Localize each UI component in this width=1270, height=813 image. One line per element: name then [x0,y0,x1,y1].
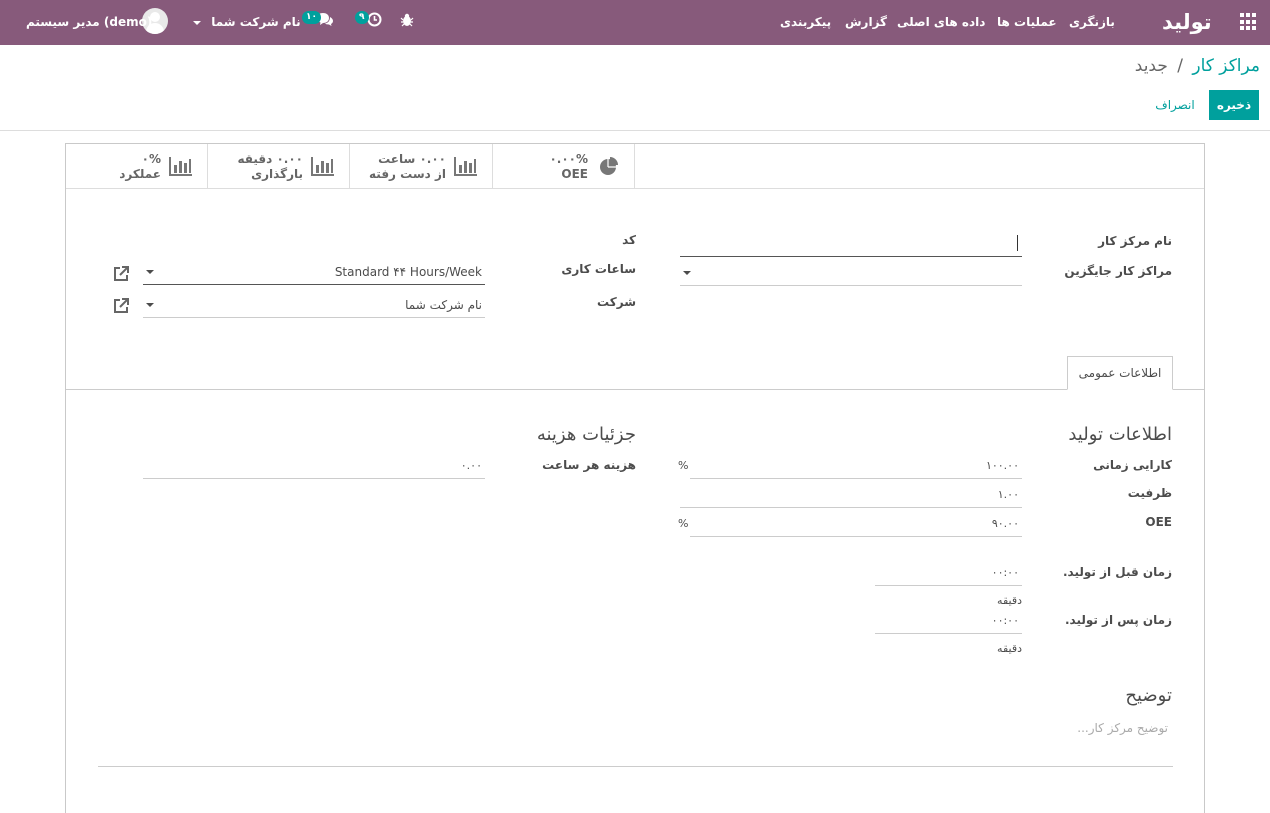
performance-stat-button[interactable]: ۰% عملکرد [66,144,208,188]
company-select[interactable]: نام شرکت شما [143,290,485,318]
company-switcher[interactable]: نام شرکت شما [193,0,301,45]
breadcrumb-current: جدید [1134,56,1168,76]
menu-item-operations[interactable]: عملیات ها [997,0,1057,45]
text-cursor [1017,235,1018,251]
alternative-workcenters-select[interactable] [680,258,1022,286]
menu-item-configuration[interactable]: پیکربندی [780,0,831,45]
performance-stat-value: ۰% [141,152,161,166]
lost-time-stat-button[interactable]: ۰.۰۰ ساعت از دست رفته [351,144,493,188]
debug-bug-icon[interactable] [400,13,414,27]
menu-item-review[interactable]: بازنگری [1069,0,1115,45]
tab-general-information[interactable]: اطلاعات عمومی [1067,356,1173,390]
code-label: کد [622,233,636,247]
app-name[interactable]: تولید [1162,0,1212,45]
chevron-down-icon [683,271,691,275]
description-title: توضیح [1125,685,1172,706]
form-sheet: ۰.۰۰% OEE ۰.۰۰ ساعت از دست رفته ۰.۰۰ دقی… [65,143,1205,813]
workcenter-name-label: نام مرکز کار [1098,234,1172,248]
company-name: نام شرکت شما [211,15,301,29]
save-button[interactable]: ذخیره [1209,90,1259,120]
time-efficiency-unit: % [678,459,689,472]
time-before-production-input[interactable]: ۰۰:۰۰ [875,558,1022,586]
bar-chart-icon [169,157,192,176]
working-hours-label: ساعات کاری [561,262,636,276]
costing-title: جزئیات هزینه [536,424,636,445]
load-stat-value: ۰.۰۰ دقیقه [237,152,303,166]
stat-button-box: ۰.۰۰% OEE ۰.۰۰ ساعت از دست رفته ۰.۰۰ دقی… [66,144,636,188]
capacity-label: ظرفیت [1127,486,1172,500]
cost-per-hour-input[interactable]: ۰.۰۰ [143,451,485,479]
breadcrumb-separator: / [1177,56,1184,76]
description-underline [98,766,1173,767]
bar-chart-icon [311,157,334,176]
lost-time-stat-label: از دست رفته [369,167,446,181]
load-stat-button[interactable]: ۰.۰۰ دقیقه بارگذاری [208,144,350,188]
chevron-down-icon [193,20,201,25]
apps-menu-icon[interactable] [1240,13,1258,31]
top-navbar: تولید بازنگری عملیات ها داده های اصلی گز… [0,0,1270,45]
chevron-down-icon [146,303,154,307]
activity-count-badge: ۹ [355,11,369,24]
external-link-icon[interactable] [111,264,131,284]
working-hours-select[interactable]: Standard ۴۴ Hours/Week [143,257,485,285]
activity-clock-icon[interactable] [367,12,382,27]
performance-stat-label: عملکرد [119,167,161,181]
capacity-input[interactable]: ۱.۰۰ [680,480,1022,508]
workcenter-name-input[interactable] [680,229,1022,257]
oee-target-input[interactable]: ۹۰.۰۰ [690,509,1022,537]
time-after-production-unit: دقیقه [997,642,1022,655]
menu-item-master-data[interactable]: داده های اصلی [897,0,985,45]
notebook-tab-line [66,389,1204,390]
breadcrumb-parent-link[interactable]: مراکز کار [1192,56,1260,76]
description-textarea[interactable]: توضیح مرکز کار... [1077,721,1168,735]
oee-stat-label: OEE [561,167,588,181]
load-stat-label: بارگذاری [251,167,303,181]
external-link-icon[interactable] [111,296,131,316]
time-before-production-label: زمان قبل از تولید. [1062,565,1172,579]
alternative-workcenters-label: مراکز کار جایگزین [1064,264,1172,278]
time-efficiency-input[interactable]: ۱۰۰.۰۰ [690,451,1022,479]
production-info-title: اطلاعات تولید [1068,424,1172,445]
discard-button[interactable]: انصراف [1150,90,1200,120]
lost-time-stat-value: ۰.۰۰ ساعت [378,152,446,166]
messages-count-badge: ۱۰ [302,11,321,24]
breadcrumb: مراکز کار / جدید [1135,56,1260,76]
time-after-production-label: زمان پس از تولید. [1064,613,1172,627]
time-after-production-input[interactable]: ۰۰:۰۰ [875,606,1022,634]
chevron-down-icon [146,270,154,274]
pie-chart-icon [600,157,618,175]
bar-chart-icon [454,157,477,176]
control-panel-divider [0,130,1270,131]
oee-stat-button[interactable]: ۰.۰۰% OEE [493,144,635,188]
oee-stat-value: ۰.۰۰% [549,152,588,166]
time-efficiency-label: کارایی زمانی [1093,458,1172,472]
menu-item-reporting[interactable]: گزارش [845,0,887,45]
oee-target-unit: % [678,517,689,530]
stat-box-divider [66,188,1204,189]
cost-per-hour-label: هزینه هر ساعت [542,458,636,472]
company-label: شرکت [597,295,636,309]
oee-target-label: OEE [1145,515,1172,529]
user-menu[interactable]: مدیر سیستم (demo) [26,0,152,45]
